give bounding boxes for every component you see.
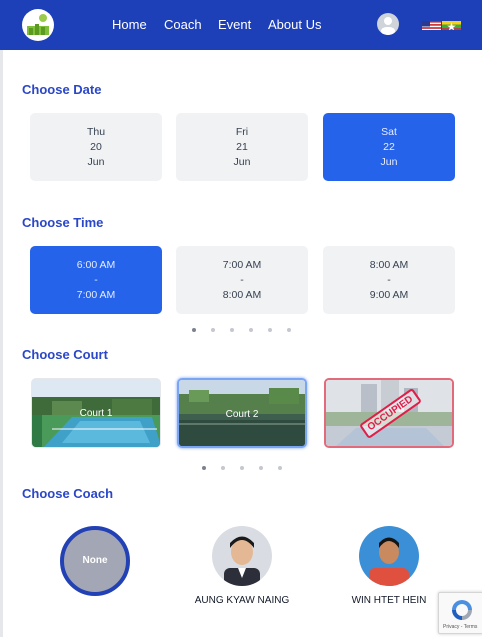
carousel-dot[interactable] (287, 328, 291, 332)
court-label: Court 1 (79, 408, 113, 419)
choose-coach-title: Choose Coach (22, 486, 114, 501)
date-month: Jun (87, 156, 105, 168)
nav-about-us[interactable]: About Us (268, 17, 321, 32)
side-edge (0, 50, 3, 637)
choose-date-title: Choose Date (22, 82, 102, 97)
nav-coach[interactable]: Coach (164, 17, 202, 32)
time-end: 8:00 AM (222, 289, 262, 301)
time-slot-8am[interactable]: 8:00 AM - 9:00 AM (323, 246, 455, 314)
date-card-sat[interactable]: Sat 22 Jun (323, 113, 455, 181)
coach-avatar-win-htet-hein[interactable] (359, 526, 419, 586)
coach-name: AUNG KYAW NAING (194, 595, 290, 606)
time-slot-6am[interactable]: 6:00 AM - 7:00 AM (30, 246, 162, 314)
logo[interactable] (22, 9, 54, 41)
date-number: 20 (90, 141, 102, 153)
carousel-dot[interactable] (249, 328, 253, 332)
myanmar-flag-icon[interactable] (442, 19, 461, 30)
user-avatar-button[interactable] (377, 13, 399, 35)
user-icon (381, 17, 395, 35)
carousel-dot[interactable] (202, 466, 206, 470)
time-start: 8:00 AM (369, 259, 409, 271)
date-day: Sat (381, 126, 397, 138)
choose-court-title: Choose Court (22, 347, 108, 362)
carousel-dot[interactable] (211, 328, 215, 332)
coach-avatar-aung-kyaw-naing[interactable] (212, 526, 272, 586)
date-day: Thu (86, 126, 106, 138)
recaptcha-icon (452, 600, 472, 620)
recaptcha-links[interactable]: Privacy - Terms (443, 624, 477, 630)
carousel-dot[interactable] (259, 466, 263, 470)
choose-time-title: Choose Time (22, 215, 104, 230)
us-flag-icon[interactable] (422, 19, 441, 30)
time-carousel-dots (192, 328, 292, 334)
carousel-dot[interactable] (278, 466, 282, 470)
coach-name: WIN HTET HEIN (351, 595, 427, 606)
court-card-2[interactable]: Court 2 (177, 378, 307, 448)
time-slot-7am[interactable]: 7:00 AM - 8:00 AM (176, 246, 308, 314)
nav-event[interactable]: Event (218, 17, 251, 32)
date-card-fri[interactable]: Fri 21 Jun (176, 113, 308, 181)
date-card-thu[interactable]: Thu 20 Jun (30, 113, 162, 181)
top-navbar: Home Coach Event About Us (0, 0, 482, 50)
time-separator: - (387, 274, 391, 286)
time-start: 6:00 AM (76, 259, 116, 271)
time-separator: - (94, 274, 98, 286)
time-separator: - (240, 274, 244, 286)
recaptcha-badge[interactable]: Privacy - Terms (438, 592, 482, 634)
date-month: Jun (380, 156, 398, 168)
time-end: 9:00 AM (369, 289, 409, 301)
court-card-1[interactable]: Court 1 (31, 378, 161, 448)
carousel-dot[interactable] (240, 466, 244, 470)
time-start: 7:00 AM (222, 259, 262, 271)
date-number: 21 (236, 141, 248, 153)
carousel-dot[interactable] (192, 328, 196, 332)
nav-home[interactable]: Home (112, 17, 147, 32)
court-carousel-dots (202, 466, 282, 472)
carousel-dot[interactable] (230, 328, 234, 332)
carousel-dot[interactable] (268, 328, 272, 332)
logo-icon (27, 14, 49, 35)
carousel-dot[interactable] (221, 466, 225, 470)
court-label: Court 2 (225, 409, 259, 420)
court-card-3[interactable]: OCCUPIED (324, 378, 454, 448)
date-day: Fri (235, 126, 249, 138)
coach-none-option[interactable]: None (60, 526, 130, 596)
date-month: Jun (233, 156, 251, 168)
time-end: 7:00 AM (76, 289, 116, 301)
date-number: 22 (383, 141, 395, 153)
